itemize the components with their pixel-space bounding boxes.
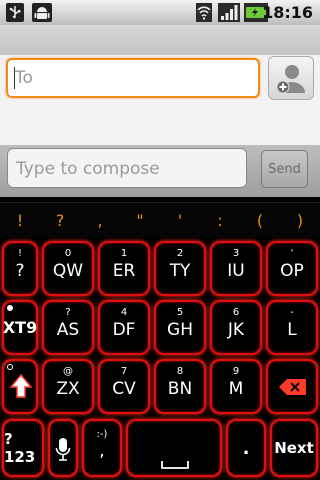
key-label: . — [242, 437, 250, 459]
key-alt-label: ! — [17, 248, 22, 259]
punct-exclamation[interactable]: ! — [10, 211, 30, 230]
key-backspace[interactable] — [266, 359, 318, 414]
key-alt-label: 5 — [176, 307, 184, 318]
key-label: CV — [112, 379, 136, 399]
key-label: XT9 — [2, 318, 38, 337]
key-label: JK — [227, 320, 245, 340]
send-button[interactable]: Send — [261, 150, 308, 188]
key-alt-label: 4 — [120, 307, 128, 318]
key-bn[interactable]: 8 BN — [154, 359, 206, 414]
key-er[interactable]: 1 ER — [98, 241, 150, 296]
key-as[interactable]: ? AS — [42, 300, 94, 355]
key-alt-label: 6 — [232, 307, 240, 318]
key-question[interactable]: ! ? — [2, 241, 38, 296]
key-label: ER — [112, 261, 136, 281]
key-alt-label: 1 — [120, 248, 128, 259]
key-mic[interactable] — [48, 419, 78, 477]
status-bar: 18:16 — [0, 0, 320, 25]
key-ty[interactable]: 2 TY — [154, 241, 206, 296]
key-xt9[interactable]: XT9 — [2, 300, 38, 355]
key-next[interactable]: Next — [270, 419, 318, 477]
key-jk[interactable]: 6 JK — [210, 300, 262, 355]
key-label: Next — [274, 439, 314, 457]
key-alt-label: @ — [63, 366, 73, 377]
punct-open-paren[interactable]: ( — [250, 211, 270, 230]
signal-icon — [218, 3, 240, 22]
key-label: OP — [280, 261, 304, 281]
usb-icon — [6, 3, 24, 22]
punct-colon[interactable]: : — [210, 211, 230, 230]
key-symbols[interactable]: ?123 — [2, 419, 44, 477]
key-label: BN — [167, 379, 193, 399]
add-contact-button[interactable] — [268, 56, 314, 100]
key-qw[interactable]: 0 QW — [42, 241, 94, 296]
to-field[interactable]: To — [6, 58, 260, 98]
shift-icon — [9, 373, 33, 405]
title-header — [0, 25, 320, 55]
punct-close-paren[interactable]: ) — [290, 211, 310, 230]
add-contact-icon — [273, 60, 309, 100]
key-label: L — [287, 320, 297, 340]
key-comma[interactable]: :-) , — [82, 419, 122, 477]
space-icon — [161, 455, 189, 474]
key-label: , — [99, 441, 105, 461]
key-alt-label: 2 — [176, 248, 184, 259]
key-gh[interactable]: 5 GH — [154, 300, 206, 355]
key-df[interactable]: 4 DF — [98, 300, 150, 355]
key-shift[interactable] — [2, 359, 38, 414]
key-alt-label: - — [290, 307, 294, 318]
to-placeholder: To — [15, 68, 33, 88]
key-op[interactable]: ' OP — [266, 241, 318, 296]
key-label: GH — [167, 320, 193, 340]
backspace-icon — [278, 378, 308, 400]
mic-icon — [55, 437, 71, 467]
compose-placeholder: Type to compose — [16, 159, 160, 179]
compose-field[interactable]: Type to compose — [7, 148, 247, 188]
key-label: ZX — [56, 379, 80, 399]
key-alt-label: 3 — [232, 248, 240, 259]
key-m[interactable]: 9 M — [210, 359, 262, 414]
key-alt-label: 0 — [64, 248, 72, 259]
shift-indicator-dot — [7, 364, 13, 370]
android-icon — [32, 3, 52, 22]
key-label: AS — [56, 320, 80, 340]
key-period[interactable]: . — [226, 419, 266, 477]
key-label: DF — [112, 320, 136, 340]
key-label: QW — [52, 261, 84, 281]
punct-single-quote[interactable]: ' — [170, 211, 190, 230]
key-label: ? — [15, 261, 25, 281]
punct-question[interactable]: ? — [50, 211, 70, 230]
wifi-icon — [196, 3, 212, 22]
key-alt-label: ' — [290, 248, 294, 259]
key-alt-label: ? — [65, 307, 71, 318]
key-cv[interactable]: 7 CV — [98, 359, 150, 414]
punct-comma[interactable]: , — [90, 211, 110, 230]
punct-double-quote[interactable]: " — [130, 211, 150, 230]
key-label: M — [228, 379, 244, 399]
key-space[interactable] — [126, 419, 222, 477]
key-label: IU — [227, 261, 245, 281]
key-label: TY — [169, 261, 191, 281]
punctuation-bar: ! ? , " ' : ( ) — [0, 202, 320, 237]
key-alt-label: 7 — [120, 366, 128, 377]
status-clock: 18:16 — [262, 3, 313, 22]
key-alt-label: 9 — [232, 366, 240, 377]
key-zx[interactable]: @ ZX — [42, 359, 94, 414]
key-alt-label: 8 — [176, 366, 184, 377]
key-alt-label: :-) — [96, 429, 108, 440]
key-l[interactable]: - L — [266, 300, 318, 355]
key-iu[interactable]: 3 IU — [210, 241, 262, 296]
key-label: ?123 — [4, 430, 36, 466]
